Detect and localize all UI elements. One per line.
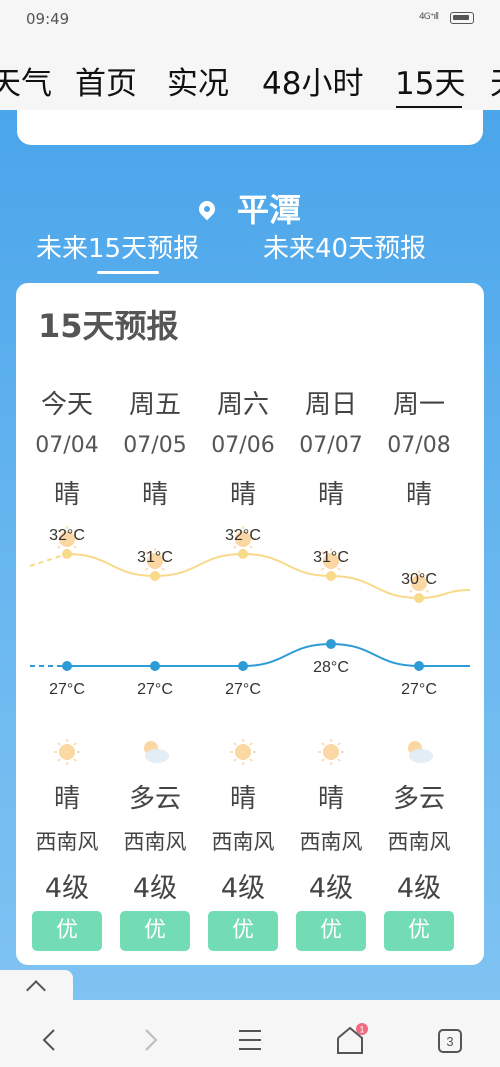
night-weather: 晴	[53, 784, 80, 814]
night-weather: 晴	[317, 784, 344, 814]
night-weather: 多云	[392, 784, 445, 814]
day-label[interactable]: 周一	[375, 384, 463, 421]
cloudy-icon	[408, 741, 433, 763]
day-label[interactable]: 今天	[23, 384, 111, 421]
low-temp-label: 28°C	[313, 659, 349, 676]
active-subtab-indicator	[97, 271, 159, 274]
high-temp-point	[62, 549, 72, 559]
sun-ray	[321, 567, 325, 571]
location-pin-icon	[195, 197, 219, 221]
sun-ray	[233, 545, 237, 549]
date-label: 07/05	[123, 433, 187, 458]
low-temp-label: 27°C	[137, 681, 173, 698]
day-label[interactable]: 周六	[199, 384, 287, 421]
low-temp-label: 27°C	[49, 681, 85, 698]
aqi-badge: 优	[120, 911, 190, 951]
collapse-tab[interactable]	[0, 970, 73, 1002]
low-temp-point	[414, 661, 424, 671]
sun-icon	[318, 739, 344, 765]
high-temp-label: 32°C	[225, 527, 261, 544]
home-button[interactable]: 1	[330, 1020, 370, 1060]
night-weather: 多云	[128, 784, 181, 814]
tab-count: 3	[446, 1034, 453, 1049]
low-temp-point	[62, 661, 72, 671]
high-temp-point	[150, 571, 160, 581]
forward-button[interactable]	[130, 1020, 170, 1060]
tab-home[interactable]: 首页	[75, 58, 137, 103]
low-temp-point	[150, 661, 160, 671]
high-temp-label: 31°C	[313, 549, 349, 566]
signal-icon: 4G⁺ıll	[419, 12, 439, 22]
menu-button[interactable]	[230, 1020, 270, 1060]
wind-direction: 西南风	[299, 830, 363, 854]
temperature-chart: 32°C 31°C 32°C 31°C 30°C 27°C 27°C 27°C 28°C 27°C	[29, 526, 471, 698]
high-temp-point	[238, 549, 248, 559]
battery-icon	[450, 12, 474, 24]
low-temp-line	[67, 642, 470, 667]
tab-live[interactable]: 实况	[167, 58, 229, 103]
wind-direction: 西南风	[35, 830, 99, 854]
day-label[interactable]: 周五	[111, 384, 199, 421]
tab-more[interactable]: 天	[490, 58, 500, 103]
low-temp-point	[326, 639, 336, 649]
aqi-badge: 优	[32, 911, 102, 951]
high-temp-point	[326, 571, 336, 581]
sun-icon	[230, 739, 256, 765]
night-weather: 晴	[229, 784, 256, 814]
sun-ray	[57, 545, 61, 549]
tab-15-days[interactable]: 15天	[395, 58, 465, 103]
low-temp-label: 27°C	[401, 681, 437, 698]
date-label: 07/08	[387, 433, 451, 458]
tabs-button[interactable]: 3	[430, 1020, 470, 1060]
wind-level: 4级	[396, 873, 442, 904]
wind-level: 4级	[220, 873, 266, 904]
tab-40-day-forecast[interactable]: 未来40天预报	[263, 228, 426, 265]
date-label: 07/07	[299, 433, 363, 458]
aqi-badge: 优	[384, 911, 454, 951]
status-time: 09:49	[26, 10, 70, 28]
cloudy-icon	[144, 741, 169, 763]
chevron-up-icon	[26, 980, 46, 1000]
city-name: 平潭	[236, 191, 301, 229]
sun-ray	[73, 545, 77, 549]
tab-48-hours[interactable]: 48小时	[262, 58, 363, 103]
sun-ray	[145, 567, 149, 571]
city-header[interactable]: 平潭	[0, 185, 500, 231]
sun-ray	[425, 589, 429, 593]
back-button[interactable]	[30, 1020, 70, 1060]
sun-ray	[337, 567, 341, 571]
wind-level: 4级	[44, 873, 90, 904]
wind-direction: 西南风	[123, 830, 187, 854]
wind-level: 4级	[132, 873, 178, 904]
high-temp-point	[414, 593, 424, 603]
previous-card-bottom	[17, 110, 483, 145]
date-label: 07/04	[35, 433, 99, 458]
day-label[interactable]: 周日	[287, 384, 375, 421]
low-temp-point	[238, 661, 248, 671]
high-temp-label: 31°C	[137, 549, 173, 566]
top-nav-tabs: 天气 首页 实况 48小时 15天 天	[0, 40, 500, 110]
high-temp-label: 32°C	[49, 527, 85, 544]
notification-badge: 1	[359, 1025, 364, 1035]
active-tab-indicator	[396, 106, 462, 108]
sun-icon	[54, 739, 80, 765]
status-bar: 09:49 4G⁺ıll	[0, 0, 500, 40]
wind-direction: 西南风	[211, 830, 275, 854]
sun-ray	[249, 545, 253, 549]
wind-direction: 西南风	[387, 830, 451, 854]
low-temp-label: 27°C	[225, 681, 261, 698]
forecast-title: 15天预报	[38, 307, 179, 345]
high-temp-label: 30°C	[401, 571, 437, 588]
aqi-badge: 优	[296, 911, 366, 951]
high-line-lead	[29, 553, 68, 567]
date-label: 07/06	[211, 433, 275, 458]
tab-15-day-forecast[interactable]: 未来15天预报	[36, 228, 199, 265]
tab-weather[interactable]: 天气	[0, 58, 52, 103]
aqi-badge: 优	[208, 911, 278, 951]
sun-ray	[409, 589, 413, 593]
wind-level: 4级	[308, 873, 354, 904]
sun-ray	[161, 567, 165, 571]
